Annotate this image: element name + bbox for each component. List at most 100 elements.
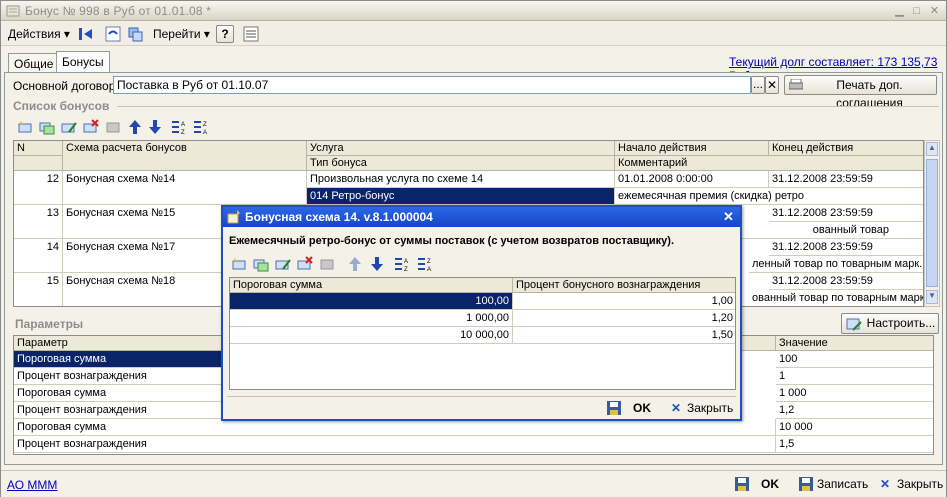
cell-param[interactable]: Процент вознаграждения [14,436,776,453]
col-header-bonus-type[interactable]: Тип бонуса [307,156,615,171]
dialog-titlebar: Бонусная схема 14. v.8.1.000004 ✕ [223,207,740,227]
cell-bonus-type[interactable]: 014 Ретро-бонус [307,188,615,205]
col-header-value[interactable]: Значение [776,336,933,351]
scroll-up-arrow-icon[interactable]: ▲ [926,142,938,156]
cell-value[interactable]: 1 [776,368,933,385]
refresh-icon[interactable] [105,26,121,42]
dialog-close-button[interactable]: ✕ Закрыть [669,399,737,417]
add-row-icon[interactable] [231,256,247,272]
col-header-scheme[interactable]: Схема расчета бонусов [63,141,307,171]
cell-threshold[interactable]: 1 000,00 [230,310,513,327]
move-down-icon[interactable] [369,256,385,272]
save-button[interactable]: Записать [797,475,869,493]
add-row-icon[interactable] [17,119,33,135]
thresholds-table[interactable]: Пороговая сумма Процент бонусного вознаг… [229,277,736,390]
cell-percent[interactable]: 1,50 [513,327,735,344]
cell-comment: ежемесячная премия (скидка) ретро [615,188,923,205]
scroll-down-arrow-icon[interactable]: ▼ [926,290,938,304]
sort-asc-icon[interactable]: AZ [170,119,188,135]
cell-param[interactable]: Пороговая сумма [14,419,776,436]
list-view-icon[interactable] [243,26,259,42]
cell-value[interactable]: 100 [776,351,933,368]
cell-threshold[interactable]: 100,00 [230,293,513,310]
dialog-close-icon[interactable]: ✕ [723,209,734,225]
cell-param[interactable]: Процент вознаграждения [14,402,224,419]
close-button[interactable]: ✕ Закрыть [877,475,943,493]
table-row[interactable]: 10 000,00 1,50 [230,327,735,344]
svg-text:A: A [427,267,431,272]
cell-param[interactable]: Пороговая сумма [14,351,224,368]
contract-select-button[interactable]: ... [751,76,765,94]
cell-value[interactable]: 1,5 [776,436,933,453]
actions-menu[interactable]: Действия ▾ [8,27,70,41]
col-header-threshold[interactable]: Пороговая сумма [230,278,513,293]
contract-label: Основной договор: [13,79,119,93]
table-row[interactable]: 12 Бонусная схема №14 Произвольная услуг… [14,171,923,205]
move-up-icon[interactable] [127,119,143,135]
sort-desc-icon[interactable]: ZA [416,256,434,272]
cell-value[interactable]: 1,2 [776,402,933,419]
cell-percent[interactable]: 1,00 [513,293,735,310]
cell-threshold[interactable]: 10 000,00 [230,327,513,344]
goto-menu[interactable]: Перейти ▾ [153,27,210,41]
dialog-divider [227,396,736,397]
dialog-title: Бонусная схема 14. v.8.1.000004 [245,210,433,224]
post-row-icon [106,122,120,133]
sort-desc-icon[interactable]: ZA [192,119,210,135]
svg-text:Z: Z [404,267,408,272]
cell-end: 31.12.2008 23:59:59 [769,205,923,222]
sort-asc-icon[interactable]: AZ [393,256,411,272]
params-section-title: Параметры [15,317,84,331]
footer-bar: АО МММ OK Записать ✕ Закрыть [1,470,946,497]
cell-value[interactable]: 10 000 [776,419,933,436]
bonuses-scrollbar[interactable]: ▲ ▼ [924,140,940,307]
minimize-button[interactable]: ▁ [892,4,907,18]
maximize-button[interactable]: □ [909,4,924,18]
col-header-service[interactable]: Услуга [307,141,615,156]
scroll-thumb[interactable] [926,159,938,287]
cell-percent[interactable]: 1,20 [513,310,735,327]
printer-icon [789,79,803,90]
svg-text:Z: Z [181,130,185,135]
cell-param[interactable]: Пороговая сумма [14,385,224,402]
back-arrow-icon[interactable] [78,26,94,42]
configure-button[interactable]: Настроить... [841,313,939,334]
cell-param[interactable]: Процент вознаграждения [14,368,224,385]
copy-row-icon[interactable] [39,119,55,135]
contract-clear-button[interactable]: ✕ [765,76,779,94]
organization-link[interactable]: АО МММ [7,478,57,492]
table-row[interactable]: 1 000,00 1,20 [230,310,735,327]
contract-field[interactable]: Поставка в Руб от 01.10.07 [113,76,751,94]
edit-row-icon[interactable] [275,256,291,272]
col-header-start[interactable]: Начало действия [615,141,769,156]
print-agreement-button[interactable]: Печать доп. соглашения [784,75,937,110]
goto-menu-label: Перейти [153,27,201,41]
svg-text:Z: Z [203,122,207,128]
structure-icon[interactable] [127,26,143,42]
window-titlebar: Бонус № 998 в Руб от 01.01.08 * ▁ □ ✕ [1,1,946,21]
cell-n: 12 [14,171,63,205]
edit-row-icon[interactable] [61,119,77,135]
dialog-close-label: Закрыть [687,401,734,415]
tab-bonuses[interactable]: Бонусы [56,51,110,73]
col-header-comment[interactable]: Комментарий [615,156,923,171]
close-window-button[interactable]: ✕ [927,4,942,18]
help-button[interactable]: ? [216,25,234,43]
delete-row-icon[interactable] [83,119,99,135]
cell-n: 13 [14,205,63,239]
col-header-percent[interactable]: Процент бонусного вознаграждения [513,278,735,293]
cell-value[interactable]: 1 000 [776,385,933,402]
dialog-ok-button[interactable]: OK [605,399,657,417]
table-row[interactable]: 100,00 1,00 [230,293,735,310]
col-header-end[interactable]: Конец действия [769,141,923,156]
configure-icon [846,318,862,331]
move-down-icon[interactable] [147,119,163,135]
col-header-n[interactable]: N [14,141,63,156]
tabs-row: Общие Бонусы Текущий долг составляет: 17… [1,47,946,83]
ok-button[interactable]: OK [733,475,783,493]
tab-general[interactable]: Общие [8,53,60,73]
copy-row-icon[interactable] [253,256,269,272]
dialog-app-icon [227,210,240,224]
delete-row-icon[interactable] [297,256,313,272]
close-label: Закрыть [897,477,944,491]
